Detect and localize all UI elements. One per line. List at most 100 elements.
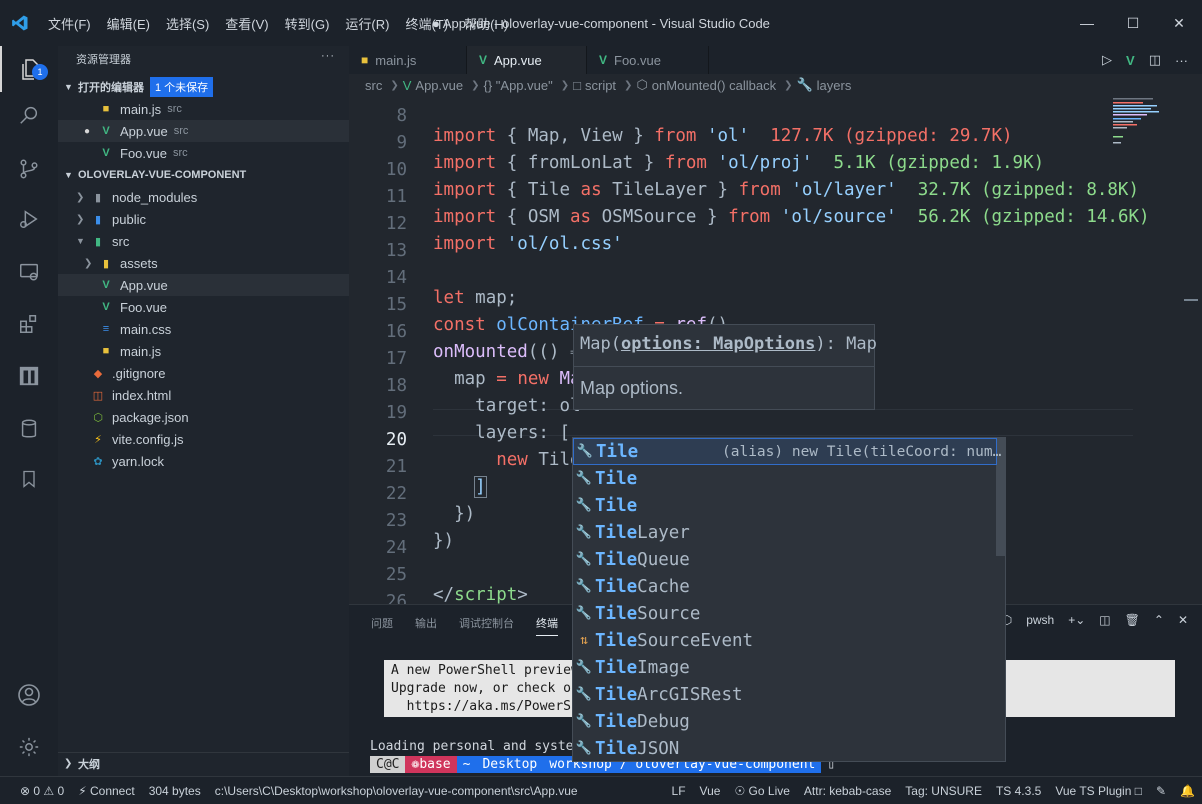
tree-file[interactable]: V Foo.vue [58, 296, 349, 318]
suggestion-item[interactable]: 🔧 Tile [573, 465, 997, 492]
menu-help[interactable]: 帮助(H) [456, 14, 516, 33]
breadcrumb-item[interactable]: layers [817, 78, 852, 93]
breadcrumb-item[interactable]: App.vue [415, 78, 463, 93]
open-editor-item[interactable]: V Foo.vue src [58, 142, 349, 164]
ts-version[interactable]: TS 4.3.5 [989, 784, 1048, 798]
maximize-icon[interactable]: ☐ [1110, 0, 1156, 46]
menu-file[interactable]: 文件(F) [40, 14, 99, 33]
outline-section[interactable]: ❯ 大纲 [58, 752, 349, 774]
tree-folder[interactable]: ❯ ▮ node_modules [58, 186, 349, 208]
breadcrumb-item[interactable]: script [585, 78, 616, 93]
menu-selection[interactable]: 选择(S) [158, 14, 217, 33]
open-editor-item[interactable]: ■ main.js src [58, 98, 349, 120]
suggestion-item[interactable]: 🔧 Tile Layer [573, 519, 997, 546]
eol-status[interactable]: LF [665, 784, 693, 798]
sidebar-more-icon[interactable]: ··· [321, 50, 335, 62]
project-section[interactable]: ▼ OLOVERLAY-VUE-COMPONENT [58, 164, 349, 186]
feedback-icon[interactable]: ✎ [1149, 784, 1173, 798]
vue-preview-icon[interactable]: V [1126, 53, 1135, 68]
language-mode[interactable]: Vue [693, 784, 728, 798]
breadcrumb-item[interactable]: src [365, 78, 382, 93]
tree-item-label: public [112, 211, 146, 227]
split-editor-icon[interactable]: ◫ [1149, 52, 1161, 68]
suggestion-item[interactable]: 🔧 Tile Image [573, 654, 997, 681]
notifications-bell-icon[interactable]: 🔔 [1173, 784, 1202, 798]
tree-file[interactable]: ◆ .gitignore [58, 362, 349, 384]
close-icon[interactable]: ✕ [1156, 0, 1202, 46]
line-number: 26 [385, 592, 407, 604]
new-terminal-icon[interactable]: +⌄ [1068, 613, 1085, 627]
manage-gear-icon[interactable] [0, 724, 58, 770]
tree-file[interactable]: ≡ main.css [58, 318, 349, 340]
tab-app-vue[interactable]: V App.vue [467, 46, 587, 74]
explorer-icon[interactable]: 1 [0, 46, 58, 92]
prompt-home: ~ [456, 756, 477, 773]
search-icon[interactable] [0, 92, 58, 138]
tree-folder[interactable]: ❯ ▮ assets [58, 252, 349, 274]
tree-file[interactable]: ■ main.js [58, 340, 349, 362]
go-live-button[interactable]: ☉ Go Live [727, 784, 796, 798]
database-icon[interactable] [0, 406, 58, 452]
attr-case-status[interactable]: Attr: kebab-case [797, 784, 898, 798]
tag-case-status[interactable]: Tag: UNSURE [898, 784, 989, 798]
kill-terminal-icon[interactable]: 🗑 [1125, 613, 1140, 627]
tree-file[interactable]: ⬡ package.json [58, 406, 349, 428]
suggestion-item[interactable]: 🔧 Tile Queue [573, 546, 997, 573]
tab-debug-console[interactable]: 调试控制台 [459, 615, 514, 636]
tree-file[interactable]: ◫ index.html [58, 384, 349, 406]
suggestion-item[interactable]: 🔧 Tile Source [573, 600, 997, 627]
tree-item-label: main.js [120, 343, 162, 359]
code-line: 15 const olContainerRef = ref() [349, 275, 1202, 335]
suggestion-item[interactable]: 🔧 Tile ArcGISRest [573, 681, 997, 708]
close-panel-icon[interactable]: ✕ [1178, 613, 1188, 627]
terminal-output[interactable]: Loading personal and system p [370, 739, 597, 754]
maximize-panel-icon[interactable]: ⌃ [1154, 613, 1164, 627]
problems-status[interactable]: ⊗ 0 ⚠ 0 [0, 784, 71, 798]
tree-folder[interactable]: ❯ ▮ public [58, 208, 349, 230]
tree-file[interactable]: ⚡ vite.config.js [58, 428, 349, 450]
hover-doc: Map options. [580, 378, 684, 398]
breadcrumb-item[interactable]: {} "App.vue" [484, 78, 553, 93]
open-editors-section[interactable]: ▼ 打开的编辑器 1 个未保存 [58, 76, 349, 98]
connect-status[interactable]: ⚡ Connect [71, 784, 141, 798]
menu-terminal[interactable]: 终端(T) [397, 14, 456, 33]
suggestion-item[interactable]: 🔧 Tile JSON [573, 735, 997, 761]
tree-folder[interactable]: ▼ ▮ src [58, 230, 349, 252]
menu-edit[interactable]: 编辑(E) [99, 14, 158, 33]
suggestion-item[interactable]: 🔧 Tile Debug [573, 708, 997, 735]
suggestion-item[interactable]: 🔧 Tile (alias) new Tile(tileCoord: num… [573, 438, 1001, 465]
suggestion-item[interactable]: ⇅ Tile SourceEvent [573, 627, 997, 654]
tab-problems[interactable]: 问题 [371, 615, 393, 636]
remote-explorer-icon[interactable] [0, 249, 58, 295]
suggestion-item[interactable]: 🔧 Tile Cache [573, 573, 997, 600]
account-icon[interactable] [0, 672, 58, 718]
html-file-icon: ◫ [92, 389, 104, 402]
chevron-right-icon: ❯ [624, 79, 633, 91]
breadcrumb-item[interactable]: onMounted() callback [652, 78, 776, 93]
run-icon[interactable]: ▷ [1102, 52, 1112, 68]
suggest-widget[interactable]: 🔧 Tile (alias) new Tile(tileCoord: num… 🔧… [572, 437, 1006, 762]
vscode-logo-icon [0, 0, 40, 46]
open-editor-item[interactable]: ● V App.vue src [58, 120, 349, 142]
menu-view[interactable]: 查看(V) [217, 14, 276, 33]
tab-output[interactable]: 输出 [415, 615, 437, 636]
minimize-icon[interactable]: — [1064, 0, 1110, 46]
tree-file[interactable]: ✿ yarn.lock [58, 450, 349, 472]
run-debug-icon[interactable] [0, 196, 58, 242]
event-icon: ⇅ [580, 633, 588, 648]
split-terminal-icon[interactable]: ◫ [1099, 613, 1110, 627]
more-actions-icon[interactable]: ··· [1175, 53, 1188, 68]
vue-ts-plugin[interactable]: Vue TS Plugin □ [1048, 784, 1149, 798]
tab-foo-vue[interactable]: V Foo.vue [587, 46, 709, 74]
tree-file[interactable]: V App.vue [58, 274, 349, 296]
menu-run[interactable]: 运行(R) [337, 14, 397, 33]
terminal-shell-label[interactable]: pwsh [1026, 613, 1054, 627]
menu-go[interactable]: 转到(G) [277, 14, 338, 33]
tab-main-js[interactable]: ■ main.js [349, 46, 467, 74]
npm-icon[interactable] [0, 353, 58, 399]
source-control-icon[interactable] [0, 146, 58, 192]
suggestion-item[interactable]: 🔧 Tile [573, 492, 997, 519]
bookmark-icon[interactable] [0, 456, 58, 502]
extensions-icon[interactable] [0, 301, 58, 347]
tab-terminal[interactable]: 终端 [536, 615, 558, 636]
